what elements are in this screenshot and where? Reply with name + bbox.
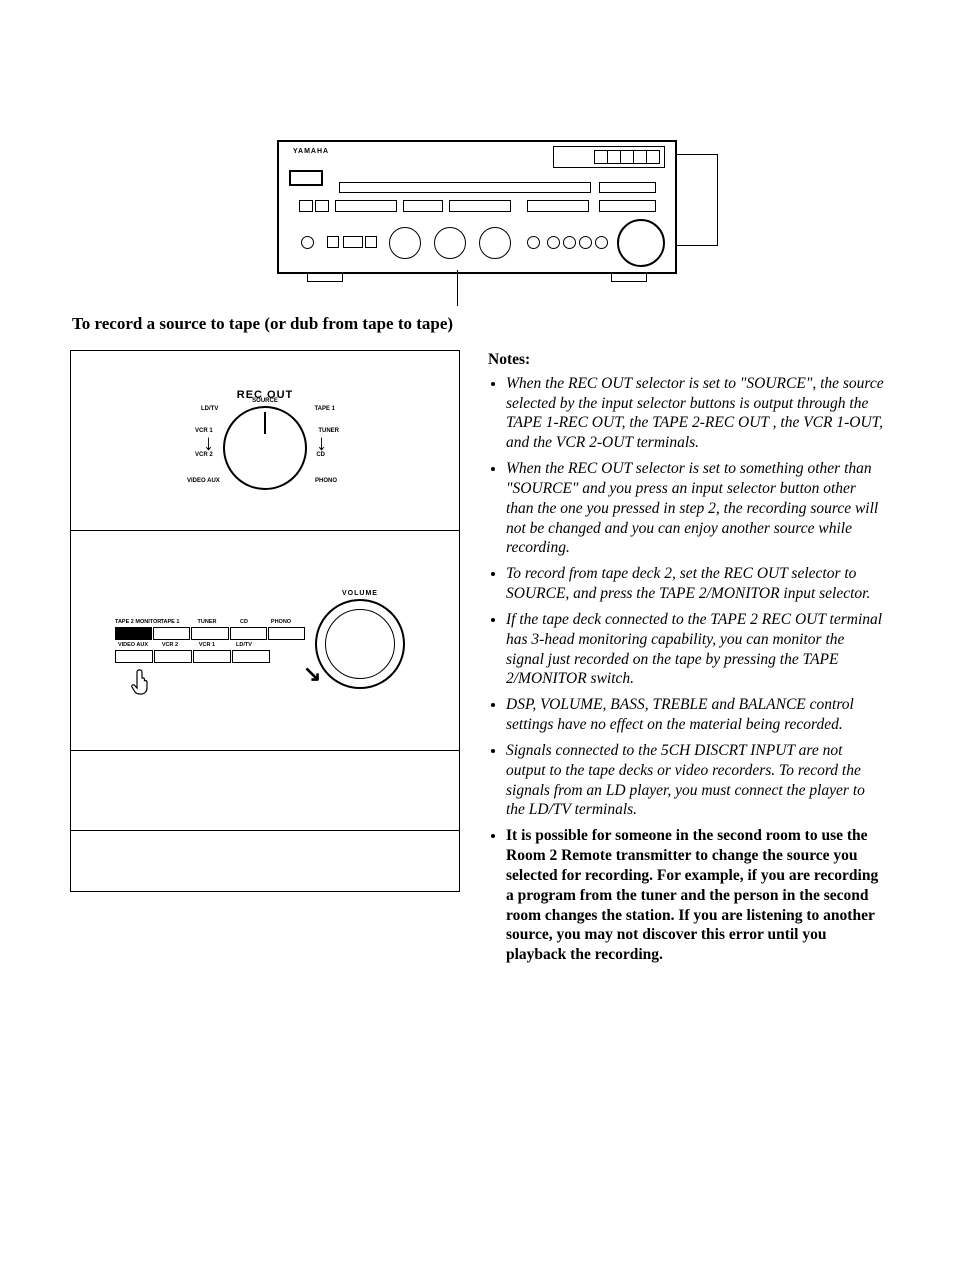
recout-label-vcr1: VCR 1 — [195, 428, 213, 434]
arrow-icon: ↓ — [316, 432, 327, 454]
small-button — [365, 236, 377, 248]
input-label: LD/TV — [226, 641, 262, 649]
note-item: To record from tape deck 2, set the REC … — [506, 564, 884, 604]
control-knob — [434, 227, 466, 259]
small-knob — [547, 236, 560, 249]
input-buttons-outline — [335, 200, 397, 212]
two-column-layout: REC OUT ↓ SOURCE LD/TV TAPE 1 VCR 1 TUNE… — [70, 350, 884, 971]
input-selector-diagram: TAPE 2 MONITOR TAPE 1 TUNER CD PHONO — [115, 618, 305, 664]
input-label: TAPE 2 MONITOR — [115, 618, 151, 626]
recout-label-source: SOURCE — [252, 398, 278, 404]
input-button — [191, 627, 228, 640]
input-label: VIDEO AUX — [115, 641, 151, 649]
volume-label: VOLUME — [305, 590, 415, 597]
input-label: VCR 2 — [152, 641, 188, 649]
arrow-icon: ↘ — [303, 663, 321, 685]
input-button — [268, 627, 305, 640]
input-buttons-outline — [599, 200, 656, 212]
notes-heading: Notes: — [488, 350, 884, 370]
control-knob — [479, 227, 511, 259]
recout-label-phono: PHONO — [315, 478, 337, 484]
small-button — [327, 236, 339, 248]
input-button — [115, 650, 153, 663]
note-item: Signals connected to the 5CH DISCRT INPU… — [506, 741, 884, 820]
input-buttons-outline — [527, 200, 589, 212]
recout-dial: SOURCE LD/TV TAPE 1 VCR 1 TUNER VCR 2 CD… — [223, 406, 307, 490]
button-bank-outline — [599, 182, 656, 193]
input-button — [193, 650, 231, 663]
note-item: If the tape deck connected to the TAPE 2… — [506, 610, 884, 689]
steps-column: REC OUT ↓ SOURCE LD/TV TAPE 1 VCR 1 TUNE… — [70, 350, 460, 892]
input-label: TUNER — [189, 618, 225, 626]
steps-panel: REC OUT ↓ SOURCE LD/TV TAPE 1 VCR 1 TUNE… — [70, 350, 460, 892]
input-button — [153, 627, 190, 640]
recout-label-vcr2: VCR 2 — [195, 452, 213, 458]
button-bank-outline — [339, 182, 591, 193]
small-knob — [579, 236, 592, 249]
notes-column: Notes: When the REC OUT selector is set … — [488, 350, 884, 971]
foot-outline — [611, 273, 647, 282]
recout-label-tape1: TAPE 1 — [314, 406, 335, 412]
input-label: PHONO — [263, 618, 299, 626]
input-button — [154, 650, 192, 663]
control-knob — [389, 227, 421, 259]
brand-label: YAMAHA — [293, 148, 329, 155]
recout-label-ldtv: LD/TV — [201, 406, 218, 412]
small-button — [299, 200, 313, 212]
step-recout-selector: REC OUT ↓ SOURCE LD/TV TAPE 1 VCR 1 TUNE… — [71, 351, 459, 531]
small-knob — [563, 236, 576, 249]
recout-label-videoaux: VIDEO AUX — [187, 478, 220, 484]
small-button — [343, 236, 363, 248]
leader-line — [717, 154, 718, 246]
receiver-front-diagram: YAMAHA — [277, 140, 677, 274]
note-item: When the REC OUT selector is set to some… — [506, 459, 884, 558]
step-blank — [71, 751, 459, 831]
leader-line — [677, 154, 717, 155]
step-blank — [71, 831, 459, 891]
small-button — [315, 200, 329, 212]
input-button — [230, 627, 267, 640]
input-button — [115, 627, 152, 640]
small-knob — [595, 236, 608, 249]
input-label: VCR 1 — [189, 641, 225, 649]
note-item-bold: It is possible for someone in the second… — [506, 826, 884, 965]
input-label: CD — [226, 618, 262, 626]
step-input-and-volume: TAPE 2 MONITOR TAPE 1 TUNER CD PHONO — [71, 531, 459, 751]
volume-knob-outline — [617, 219, 665, 267]
volume-dial-diagram: VOLUME ↘ — [305, 590, 415, 691]
receiver-chassis: YAMAHA — [277, 140, 677, 274]
leader-line — [457, 270, 458, 306]
hand-pointer-icon — [131, 668, 151, 696]
input-buttons-outline — [403, 200, 443, 212]
input-button — [232, 650, 270, 663]
small-knob — [301, 236, 314, 249]
notes-list: When the REC OUT selector is set to "SOU… — [488, 374, 884, 965]
note-item: DSP, VOLUME, BASS, TREBLE and BALANCE co… — [506, 695, 884, 735]
input-buttons-outline — [449, 200, 511, 212]
foot-outline — [307, 273, 343, 282]
note-item: When the REC OUT selector is set to "SOU… — [506, 374, 884, 453]
small-knob — [527, 236, 540, 249]
power-button-outline — [289, 170, 323, 186]
section-heading: To record a source to tape (or dub from … — [72, 314, 884, 334]
manual-page: YAMAHA — [0, 0, 954, 1272]
receiver-display — [553, 146, 665, 168]
input-label: TAPE 1 — [152, 618, 188, 626]
leader-line — [677, 245, 717, 246]
arrow-icon: ↓ — [203, 432, 214, 454]
